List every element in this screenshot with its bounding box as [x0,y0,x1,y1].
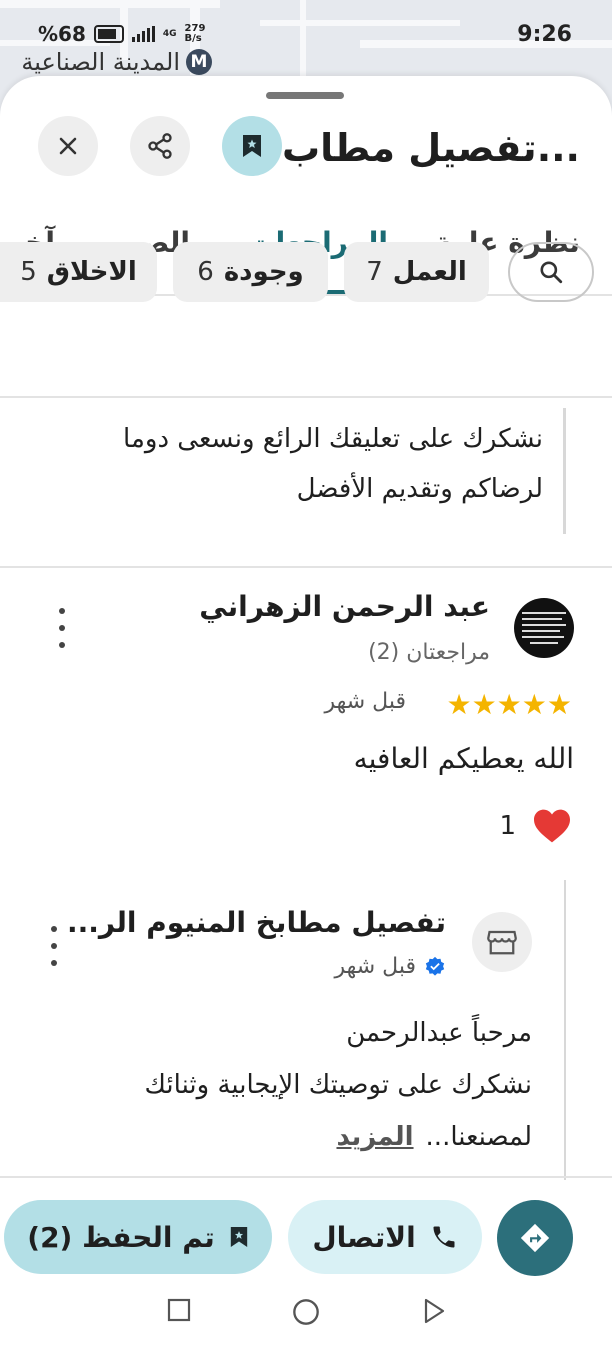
review-text: الله يعطيكم العافيه [353,742,574,775]
save-button[interactable] [222,116,282,176]
filter-count: 7 [366,257,383,287]
star-icon: ★ [546,688,572,721]
review-more-button[interactable] [52,608,72,648]
owner-reply-more-button[interactable] [44,926,64,966]
owner-reply-meta: قبل شهر [334,954,446,979]
owner-reply-line: مرحباً عبدالرحمن [346,1018,532,1048]
call-label: الاتصال [312,1220,416,1254]
status-bar: %68 4G 279 B/s 9:26 M المدينة الصناعية [0,0,612,76]
recents-button[interactable] [167,1298,191,1332]
close-icon [59,137,77,155]
place-name: المدينة الصناعية [21,48,180,76]
owner-reply-line: لمصنعنا... [425,1122,532,1152]
owner-name: تفصيل مطابخ المنيوم الر... [67,906,446,939]
author-review-count: مراجعتان (2) [368,640,490,665]
filter-count: 5 [20,257,37,287]
saved-button[interactable]: تم الحفظ (2) [4,1200,272,1274]
search-icon [540,261,563,284]
drag-handle[interactable] [266,92,344,99]
phone-icon [433,1226,455,1248]
share-icon [148,133,172,159]
review-time: قبل شهر [324,689,406,714]
bookmark-icon [243,135,261,157]
store-icon [487,930,517,955]
back-button[interactable] [422,1298,446,1332]
map-place-label[interactable]: M المدينة الصناعية [0,48,212,76]
triangle-icon [424,1298,445,1324]
star-icon: ★ [446,688,472,721]
saved-label: تم الحفظ (2) [27,1220,215,1254]
filter-label: العمل [392,257,467,287]
filter-count: 6 [197,257,214,287]
network-type: 4G [162,29,177,39]
owner-reply-line: نشكرك على توصيتك الإيجابية وثنائك [144,1070,533,1100]
share-button[interactable] [130,116,190,176]
directions-button[interactable] [497,1200,573,1276]
read-more-link[interactable]: المزيد [336,1112,413,1162]
call-button[interactable]: الاتصال [288,1200,482,1274]
signal-icon [131,26,155,42]
square-icon [167,1298,191,1322]
star-icon: ★ [496,688,522,721]
avatar[interactable] [514,598,574,658]
filter-chip-work[interactable]: العمل 7 [344,242,489,302]
owner-avatar [472,912,532,972]
reply-text-line: لرضاكم وتقديم الأفضل [296,474,543,504]
star-icon: ★ [471,688,497,721]
reply-rule [564,880,566,1180]
reaction-button[interactable]: 1 [499,808,572,844]
net-speed-unit: B/s [184,33,202,44]
close-button[interactable] [38,116,98,176]
previous-owner-reply: نشكرك على تعليقك الرائع ونسعى دوما لرضاك… [13,408,566,534]
filter-label: الاخلاق [46,257,137,287]
bookmark-icon [230,1227,247,1247]
search-reviews-button[interactable] [508,242,594,302]
battery-percent: %68 [38,22,86,46]
page-title: تفصيل مطاب... [281,126,580,170]
reaction-count: 1 [499,811,516,841]
net-speed: 279 B/s [185,24,206,44]
owner-reply-time: قبل شهر [334,954,416,979]
circle-icon [293,1299,319,1325]
review-divider [0,566,612,568]
filter-chip-quality[interactable]: وجودة 6 [173,242,328,302]
verified-icon [425,956,445,976]
battery-icon [93,25,124,43]
bottom-divider [0,1176,612,1178]
rating-stars: ★★★★★ [446,688,572,721]
home-button[interactable] [292,1298,320,1332]
status-left: %68 4G 279 B/s [38,22,205,46]
heart-icon [534,809,570,843]
owner-reply-last-line: لمصنعنا... المزيد [336,1112,532,1162]
clock: 9:26 [517,22,572,47]
directions-icon [520,1223,550,1253]
filter-label: وجودة [223,257,304,287]
filters-divider [0,396,612,398]
star-icon: ★ [521,688,547,721]
review-author[interactable]: عبد الرحمن الزهراني [199,590,490,623]
filter-chip-manners[interactable]: الاخلاق 5 [0,242,157,302]
reply-text-line: نشكرك على تعليقك الرائع ونسعى دوما [123,424,543,454]
metro-icon: M [186,49,212,75]
